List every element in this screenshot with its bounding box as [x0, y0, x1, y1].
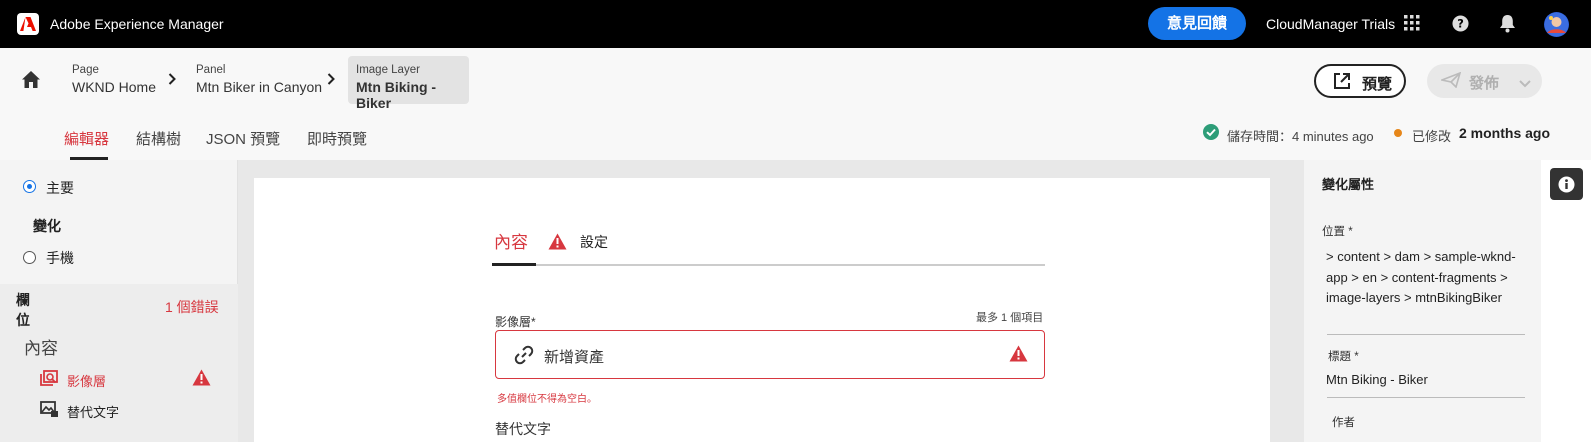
info-icon — [1558, 176, 1575, 193]
add-asset-label: 新增資產 — [544, 349, 605, 366]
check-circle-icon — [1203, 124, 1219, 143]
radio-primary[interactable] — [23, 180, 36, 193]
preview-button[interactable]: 預覽 — [1314, 64, 1406, 98]
radio-mobile[interactable] — [23, 251, 36, 264]
image-text-icon — [40, 401, 59, 421]
chevron-right-icon — [327, 73, 335, 88]
variation-properties-panel: 變化屬性 位置 * > content > dam > sample-wknd-… — [1304, 160, 1541, 442]
chevron-right-icon — [168, 73, 176, 88]
divider — [1327, 397, 1525, 398]
bell-icon[interactable] — [1499, 14, 1516, 36]
modified-value: 2 months ago — [1459, 125, 1551, 141]
tab-settings[interactable]: 設定 — [580, 232, 608, 252]
chevron-down-icon[interactable] — [1519, 75, 1531, 92]
location-label: 位置 * — [1322, 226, 1353, 238]
image-search-icon — [40, 370, 59, 390]
adobe-logo-icon[interactable] — [17, 13, 39, 35]
author-label: 作者 — [1332, 417, 1355, 429]
org-switcher[interactable]: CloudManager Trials — [1266, 16, 1395, 32]
feedback-button[interactable]: 意見回饋 — [1148, 7, 1246, 40]
tab-divider — [492, 264, 1045, 266]
content-fragment-form: 內容 設定 影像層* 最多 1 個項目 新增資產 多值欄位不得為空白。 替代文字 — [254, 178, 1270, 442]
warning-icon — [192, 369, 211, 389]
breadcrumb-image-layer[interactable]: Image Layer Mtn Biking - Biker — [348, 56, 469, 111]
editor-header: Page WKND Home Panel Mtn Biker in Canyon… — [0, 48, 1591, 160]
tab-structure-tree[interactable]: 結構樹 — [136, 128, 181, 149]
primary-variation-label[interactable]: 主要 — [46, 178, 74, 198]
apps-grid-icon[interactable] — [1404, 15, 1420, 34]
tab-content[interactable]: 內容 — [494, 228, 528, 253]
warning-icon — [1009, 345, 1028, 365]
divider — [1327, 334, 1525, 335]
add-asset-field[interactable]: 新增資產 — [495, 330, 1045, 379]
send-icon — [1439, 71, 1462, 92]
help-icon[interactable]: ? — [1452, 15, 1469, 35]
tab-json-preview[interactable]: JSON 預覽 — [206, 128, 280, 149]
mobile-variation-label[interactable]: 手機 — [46, 248, 74, 268]
side-rail — [1541, 160, 1591, 442]
app-title[interactable]: Adobe Experience Manager — [50, 16, 224, 32]
info-button[interactable] — [1550, 168, 1583, 200]
variations-fields-panel: 主要 變化 手機 欄位 1 個錯誤 內容 影像層 替代文字 — [0, 160, 238, 442]
content-group-label: 內容 — [24, 339, 58, 358]
editor-canvas: 內容 設定 影像層* 最多 1 個項目 新增資產 多值欄位不得為空白。 替代文字 — [238, 160, 1304, 442]
tab-editor[interactable]: 編輯器 — [64, 128, 109, 149]
location-value: > content > dam > sample-wknd-app > en >… — [1326, 249, 1516, 305]
max-items-hint: 最多 1 個項目 — [976, 312, 1044, 324]
link-icon — [514, 345, 534, 368]
global-header: Adobe Experience Manager 意見回饋 CloudManag… — [0, 0, 1591, 48]
image-layer-field-label: 影像層* — [495, 315, 536, 329]
open-external-icon — [1333, 72, 1351, 94]
fields-heading: 欄位 — [16, 292, 30, 328]
field-error-message: 多值欄位不得為空白。 — [497, 394, 597, 405]
saved-status: 儲存時間：4 minutes ago — [1227, 129, 1374, 144]
title-value: Mtn Biking - Biker — [1326, 372, 1428, 387]
tab-live-preview[interactable]: 即時預覽 — [307, 128, 367, 149]
publish-button[interactable]: 發佈 — [1427, 64, 1542, 98]
home-icon[interactable] — [21, 70, 41, 92]
properties-title: 變化屬性 — [1322, 177, 1375, 192]
title-label: 標題 * — [1328, 351, 1359, 363]
active-tab-indicator — [492, 263, 536, 266]
alt-text-field-label: 替代文字 — [495, 421, 551, 437]
modified-label: 已修改 — [1412, 129, 1452, 144]
warning-icon — [548, 233, 567, 253]
avatar[interactable] — [1544, 12, 1569, 37]
fields-section: 欄位 1 個錯誤 內容 影像層 替代文字 — [0, 284, 238, 442]
variations-heading: 變化 — [33, 218, 61, 234]
breadcrumb-panel[interactable]: Panel Mtn Biker in Canyon — [196, 64, 322, 95]
error-count[interactable]: 1 個錯誤 — [165, 297, 219, 317]
breadcrumb-page[interactable]: Page WKND Home — [72, 64, 156, 95]
modified-dot — [1394, 129, 1402, 137]
svg-text:?: ? — [1457, 16, 1464, 30]
